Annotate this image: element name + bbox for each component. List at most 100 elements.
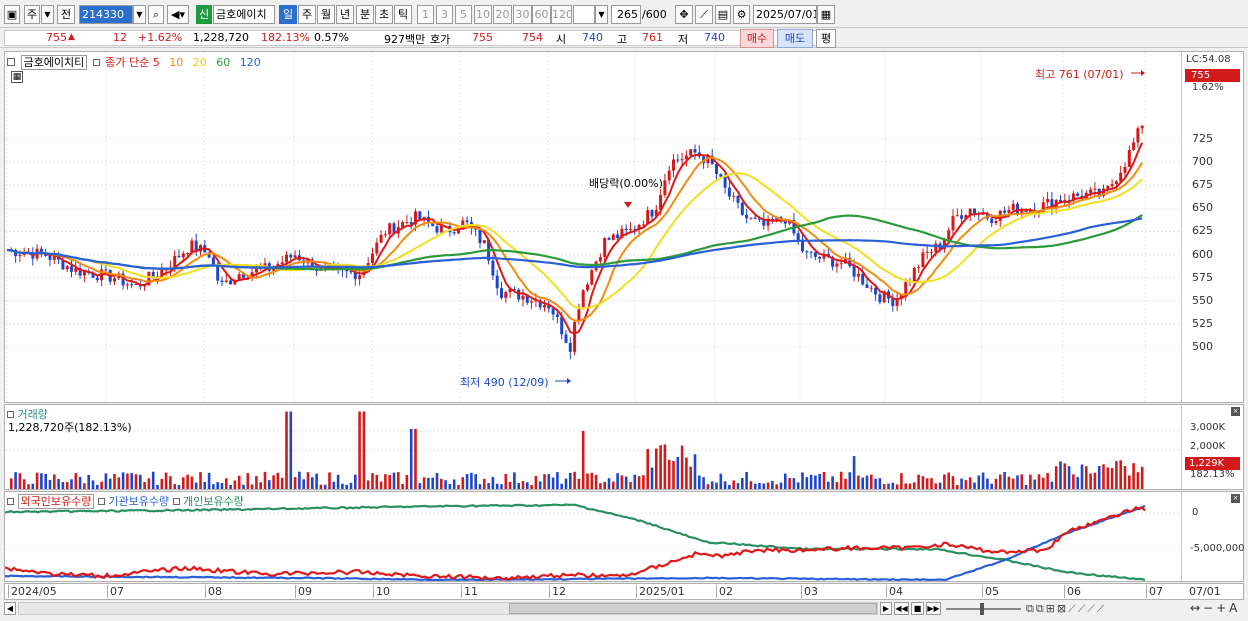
close-icon[interactable]: × xyxy=(1231,494,1240,503)
interval-button[interactable]: 5 xyxy=(455,5,472,24)
volume-bar xyxy=(117,477,121,489)
volume-bar xyxy=(212,484,215,489)
volume-bar xyxy=(1067,466,1071,489)
open-price: 740 xyxy=(582,31,603,44)
lc-label: LC:54.08 xyxy=(1186,54,1231,65)
interval-custom-input[interactable] xyxy=(573,5,595,24)
calculator-icon[interactable]: ▦ xyxy=(11,71,23,83)
scroll-right-icon[interactable]: ▶ xyxy=(880,602,892,615)
tool-icons[interactable]: ⧉⧉⊞⊠⟋⟋⟋⟋ xyxy=(1026,602,1107,616)
save-icon[interactable]: ▤ xyxy=(715,5,731,24)
candle xyxy=(555,314,559,317)
volume-bar xyxy=(861,477,864,489)
legend-square-icon xyxy=(97,498,105,505)
search-icon[interactable]: ⌕ xyxy=(148,5,164,24)
volume-bar xyxy=(870,474,873,489)
code-dropdown-icon[interactable]: ▼ xyxy=(133,5,146,24)
candle xyxy=(465,220,469,223)
candle xyxy=(667,170,671,181)
forward-icon[interactable]: ▶▶ xyxy=(926,602,941,615)
stock-code-input[interactable]: 214330 xyxy=(79,5,133,24)
period-minute-button[interactable]: 분 xyxy=(356,5,374,24)
period-main-select[interactable]: 주 xyxy=(24,5,40,24)
x-axis-right-label: 07/01 xyxy=(1189,585,1221,598)
foreign-holdings-label[interactable]: 외국인보유수량 xyxy=(17,494,95,509)
speaker-icon[interactable]: ◀▾ xyxy=(167,5,189,24)
interval-button[interactable]: 10 xyxy=(474,5,492,24)
volume-bar xyxy=(139,474,142,489)
volume-bar xyxy=(371,473,374,489)
volume-bar xyxy=(844,478,847,489)
individual-holdings-label[interactable]: 개인보유수량 xyxy=(183,495,244,508)
interval-button[interactable]: 3 xyxy=(436,5,453,24)
interval-button[interactable]: 20 xyxy=(493,5,512,24)
volume-bar xyxy=(14,472,17,489)
volume-bar xyxy=(891,482,895,489)
candle xyxy=(663,180,667,196)
x-axis-label: 07 xyxy=(1146,585,1163,598)
volume-bar xyxy=(938,482,942,489)
date-input[interactable]: 2025/07/01 xyxy=(753,5,817,24)
candle xyxy=(186,252,190,254)
volume-bar xyxy=(495,483,499,489)
buy-button[interactable]: 매수 xyxy=(740,29,774,48)
rewind-icon[interactable]: ◀◀ xyxy=(894,602,909,615)
candle xyxy=(482,240,486,243)
calendar-icon[interactable]: ▦ xyxy=(817,5,835,24)
volume-bar xyxy=(27,484,30,489)
volume-bar xyxy=(422,477,426,489)
sell-button[interactable]: 매도 xyxy=(777,29,813,48)
avg-button[interactable]: 평 xyxy=(816,29,836,48)
scrollbar-thumb[interactable] xyxy=(509,603,877,614)
interval-button[interactable]: 30 xyxy=(513,5,532,24)
volume-plot[interactable] xyxy=(5,405,1181,489)
chevron-down-icon[interactable]: ▼ xyxy=(595,5,608,24)
volume-bar xyxy=(616,473,619,489)
gear-icon[interactable]: ⚙ xyxy=(733,5,750,24)
volume-bar xyxy=(930,478,933,489)
period-week-button[interactable]: 주 xyxy=(298,5,316,24)
candle xyxy=(551,308,555,315)
volume-bar xyxy=(268,480,271,489)
ask-price: 755 xyxy=(472,31,493,44)
chevron-down-icon[interactable]: ▼ xyxy=(41,5,54,24)
candle xyxy=(852,266,856,277)
volume-bar xyxy=(199,472,202,489)
price-tick: 500 xyxy=(1192,339,1213,353)
period-year-button[interactable]: 년 xyxy=(336,5,354,24)
crosshair-icon[interactable]: ✥ xyxy=(675,5,693,24)
price-tick: 550 xyxy=(1192,293,1213,307)
volume-bar xyxy=(1140,466,1144,489)
candle xyxy=(581,290,585,308)
period-second-button[interactable]: 초 xyxy=(375,5,393,24)
scroll-left-icon[interactable]: ◀ xyxy=(4,602,16,615)
candle xyxy=(732,195,736,197)
interval-button[interactable]: 120 xyxy=(551,5,572,24)
volume-bar xyxy=(827,481,830,489)
price-plot[interactable] xyxy=(5,52,1181,402)
close-icon[interactable]: × xyxy=(1231,407,1240,416)
interval-button[interactable]: 1 xyxy=(417,5,434,24)
volume-bar xyxy=(986,478,989,489)
interval-button[interactable]: 60 xyxy=(532,5,551,24)
count-input[interactable]: 265 xyxy=(611,5,641,24)
window-icon[interactable]: ▣ xyxy=(4,5,20,24)
price-tick: 650 xyxy=(1192,201,1213,215)
volume-bar xyxy=(560,483,563,489)
period-day-button[interactable]: 일 xyxy=(279,5,297,24)
candle xyxy=(925,251,929,253)
candle xyxy=(564,334,568,343)
zoom-controls-icon[interactable]: ↔−+A xyxy=(1190,601,1240,615)
stock-name-label[interactable]: 금호에이치티 xyxy=(20,55,88,70)
stop-icon[interactable]: ■ xyxy=(911,602,924,615)
volume-bar xyxy=(530,485,533,489)
period-tick-button[interactable]: 틱 xyxy=(394,5,412,24)
scrollbar-track[interactable] xyxy=(18,602,878,615)
draw-tool-icon[interactable]: ⟋ xyxy=(695,5,713,24)
candle xyxy=(809,251,813,253)
period-month-button[interactable]: 월 xyxy=(317,5,335,24)
bid-price: 754 xyxy=(522,31,543,44)
zoom-slider-handle[interactable] xyxy=(980,603,984,615)
type-button[interactable]: 전 xyxy=(57,5,75,24)
institution-holdings-label[interactable]: 기관보유수량 xyxy=(108,495,169,508)
